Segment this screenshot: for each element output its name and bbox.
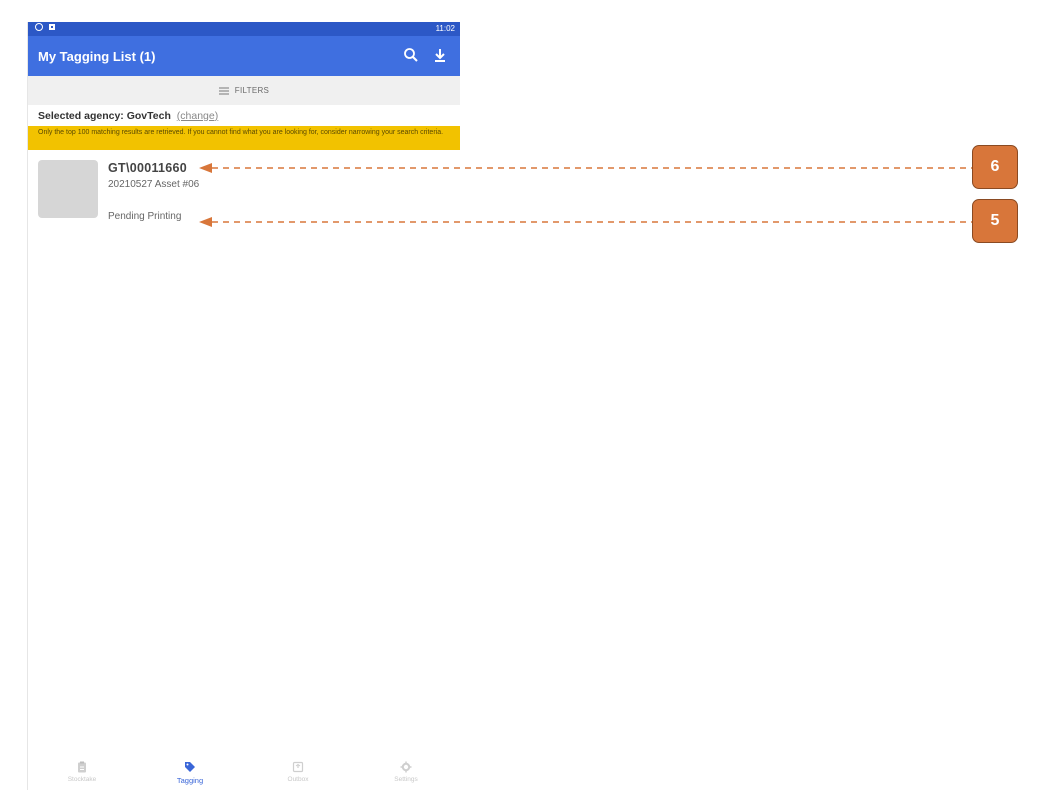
filter-lines-icon bbox=[218, 87, 229, 94]
bottom-nav: Stocktake Tagging Outbox Settings bbox=[28, 755, 460, 790]
callout-badge-6: 6 bbox=[972, 145, 1018, 189]
filters-button[interactable]: FILTERS bbox=[28, 76, 460, 105]
status-time: 11:02 bbox=[435, 24, 455, 33]
download-icon[interactable] bbox=[431, 46, 449, 64]
page-title: My Tagging List (1) bbox=[38, 49, 156, 64]
asset-id: GT\00011660 bbox=[108, 161, 188, 175]
agency-value: GovTech bbox=[126, 110, 171, 122]
nav-tagging[interactable]: Tagging bbox=[136, 755, 244, 790]
notification-status-icon bbox=[49, 24, 55, 30]
search-icon[interactable] bbox=[402, 46, 420, 64]
status-bar: 11:02 bbox=[28, 22, 460, 36]
phone-screen: 11:02 My Tagging List (1) FILTERS Select… bbox=[27, 22, 460, 790]
nav-outbox[interactable]: Outbox bbox=[244, 755, 352, 790]
change-agency-link[interactable]: (change) bbox=[177, 110, 218, 122]
agency-label: Selected agency: bbox=[38, 110, 124, 122]
asset-thumbnail bbox=[38, 160, 98, 218]
list-item[interactable]: GT\00011660 20210527 Asset #06 Pending P… bbox=[28, 152, 460, 224]
selected-agency: Selected agency: GovTech (change) bbox=[38, 110, 218, 122]
nav-label: Tagging bbox=[176, 776, 204, 785]
clipboard-icon bbox=[78, 761, 86, 773]
status-icons bbox=[35, 23, 55, 31]
nav-label: Outbox bbox=[287, 776, 309, 783]
filters-label: FILTERS bbox=[234, 86, 270, 95]
sync-status-icon bbox=[35, 23, 43, 31]
nav-stocktake[interactable]: Stocktake bbox=[28, 755, 136, 790]
nav-settings[interactable]: Settings bbox=[352, 755, 460, 790]
asset-status: Pending Printing bbox=[108, 211, 182, 222]
gear-icon bbox=[400, 761, 412, 773]
asset-name: 20210527 Asset #06 bbox=[108, 179, 200, 190]
app-bar: My Tagging List (1) bbox=[28, 36, 460, 76]
callout-badge-5: 5 bbox=[972, 199, 1018, 243]
results-notice: Only the top 100 matching results are re… bbox=[28, 126, 460, 150]
nav-label: Stocktake bbox=[67, 776, 97, 783]
tag-icon bbox=[185, 762, 195, 772]
nav-label: Settings bbox=[394, 776, 418, 783]
outbox-icon bbox=[292, 761, 304, 773]
